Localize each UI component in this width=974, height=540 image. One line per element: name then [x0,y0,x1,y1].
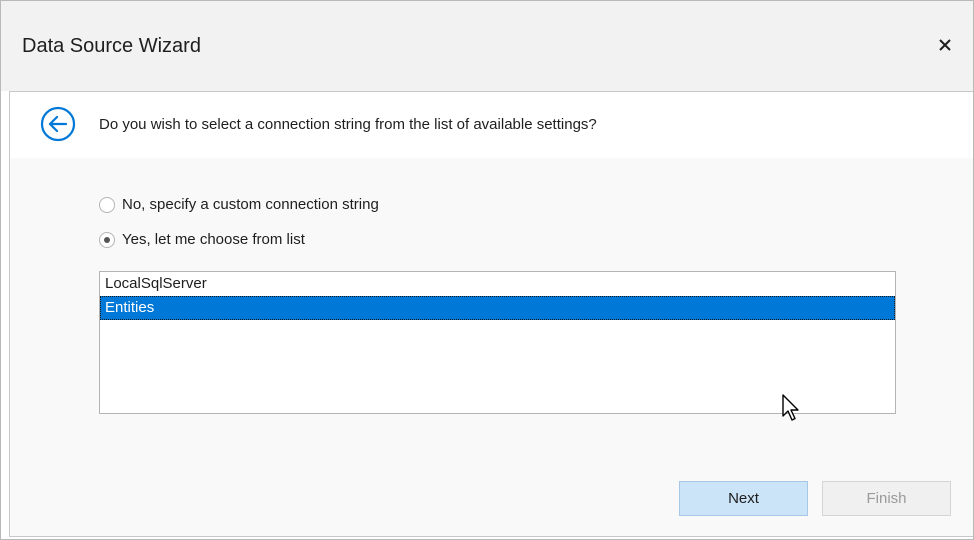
radio-button-choose[interactable] [99,232,115,248]
title-bar: Data Source Wizard [1,1,973,91]
radio-choose-label: Yes, let me choose from list [122,231,305,248]
list-item[interactable]: LocalSqlServer [100,272,895,296]
close-icon [939,39,951,51]
radio-custom-label: No, specify a custom connection string [122,196,379,213]
window-title: Data Source Wizard [22,35,201,57]
list-item[interactable]: Entities [100,296,895,320]
data-source-wizard-dialog: Data Source Wizard Do you wish to select… [0,0,974,540]
back-arrow-icon [40,106,76,142]
close-button[interactable] [929,29,961,61]
radio-button-custom[interactable] [99,197,115,213]
next-button[interactable]: Next [679,481,808,516]
wizard-header: Do you wish to select a connection strin… [10,91,973,159]
connection-list[interactable]: LocalSqlServer Entities [99,271,896,414]
wizard-question: Do you wish to select a connection strin… [99,116,597,133]
radio-custom-connection[interactable]: No, specify a custom connection string [99,194,379,216]
finish-button[interactable]: Finish [822,481,951,516]
wizard-body: No, specify a custom connection string Y… [10,158,973,536]
wizard-content: Do you wish to select a connection strin… [9,91,973,537]
radio-choose-from-list[interactable]: Yes, let me choose from list [99,229,305,251]
back-button[interactable] [39,105,77,143]
